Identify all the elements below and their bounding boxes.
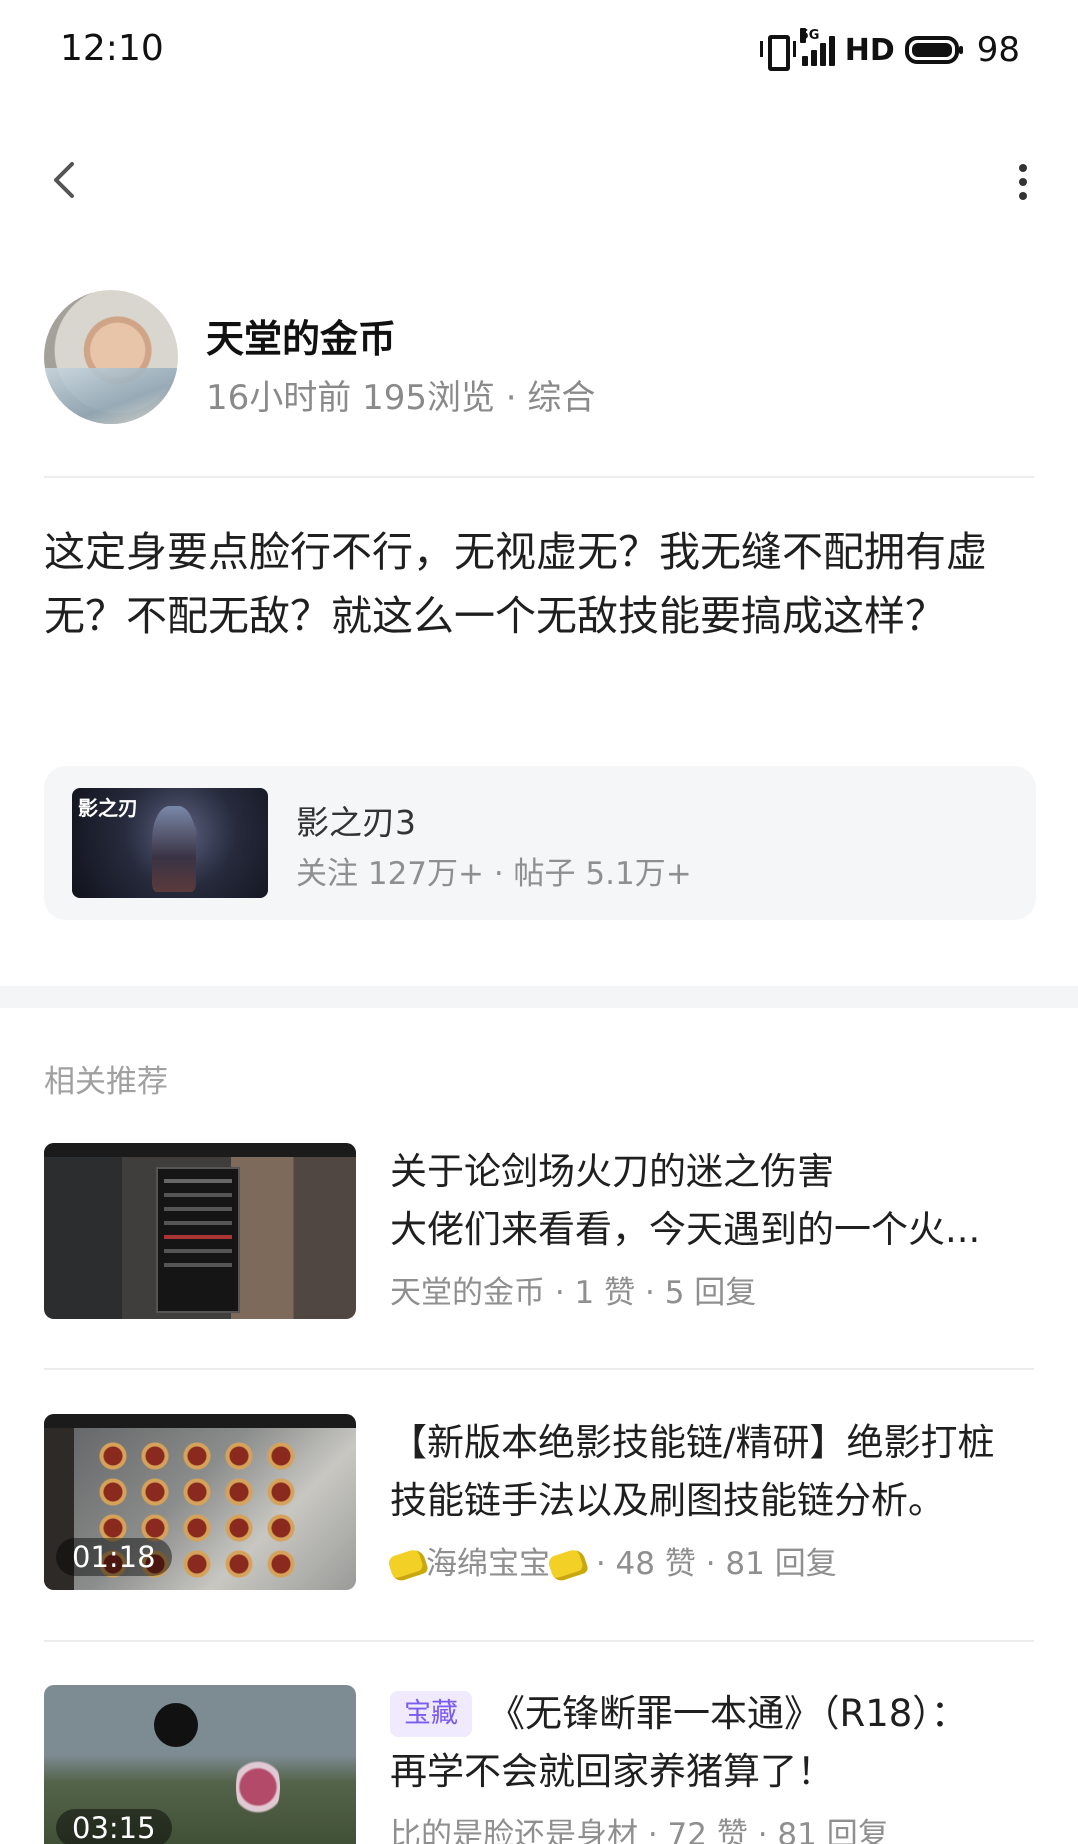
list-item[interactable]: 关于论剑场火刀的迷之伤害 大佬们来看看，今天遇到的一个火... 天堂的金币 · … bbox=[44, 1143, 1034, 1319]
avatar[interactable] bbox=[44, 290, 178, 424]
post-stats: 海绵宝宝 · 48 赞 · 81 回复 bbox=[386, 1538, 837, 1583]
post-author: 海绵宝宝 bbox=[426, 1546, 550, 1582]
forum-logo: 影之刃 bbox=[78, 796, 138, 820]
post-meta: 16小时前 195浏览 · 综合 bbox=[206, 378, 596, 418]
post-stats: 比的是脸还是身材 · 72 赞 · 81 回复 bbox=[390, 1817, 889, 1844]
post-title: 关于论剑场火刀的迷之伤害 大佬们来看看，今天遇到的一个火... bbox=[390, 1150, 981, 1251]
list-item[interactable]: 01:18 【新版本绝影技能链/精研】绝影打桩 技能链手法以及刷图技能链分析。 … bbox=[44, 1414, 1034, 1590]
forum-name: 影之刃3 bbox=[296, 803, 416, 842]
post-stats: 天堂的金币 · 1 赞 · 5 回复 bbox=[390, 1275, 757, 1311]
sponge-icon bbox=[546, 1547, 590, 1583]
top-nav bbox=[0, 140, 1078, 220]
section-title: 相关推荐 bbox=[44, 1064, 168, 1100]
video-duration: 03:15 bbox=[56, 1809, 172, 1844]
status-bar: 12:10 5G HD 98 bbox=[0, 0, 1078, 104]
author-name[interactable]: 天堂的金币 bbox=[206, 308, 396, 363]
forum-thumbnail: 影之刃 bbox=[72, 788, 268, 898]
list-item[interactable]: 03:15 宝藏 《无锋断罪一本通》（R18）： 再学不会就回家养猪算了！ 比的是… bbox=[44, 1685, 1034, 1844]
post-counts: · 48 赞 · 81 回复 bbox=[586, 1546, 837, 1582]
network-type: 5G bbox=[799, 28, 820, 43]
author-header: 天堂的金币 16小时前 195浏览 · 综合 bbox=[44, 290, 1034, 424]
section-separator bbox=[0, 986, 1078, 1008]
video-thumbnail: 03:15 bbox=[44, 1685, 356, 1844]
post-body: 这定身要点脸行不行，无视虚无？我无缝不配拥有虚无？不配无敌？就这么一个无敌技能要… bbox=[44, 528, 987, 640]
divider bbox=[44, 1640, 1034, 1642]
status-icons: 5G HD 98 bbox=[759, 28, 1020, 71]
forum-stats: 关注 127万+ · 帖子 5.1万+ bbox=[296, 856, 692, 892]
divider bbox=[44, 1368, 1034, 1370]
video-duration: 01:18 bbox=[56, 1538, 172, 1576]
battery-level: 98 bbox=[976, 30, 1020, 70]
post-title: 【新版本绝影技能链/精研】绝影打桩 技能链手法以及刷图技能链分析。 bbox=[390, 1421, 995, 1522]
chevron-left-icon[interactable] bbox=[48, 160, 88, 200]
treasure-tag: 宝藏 bbox=[390, 1691, 472, 1737]
post-title: 宝藏 《无锋断罪一本通》（R18）： 再学不会就回家养猪算了！ bbox=[390, 1691, 968, 1793]
forum-card[interactable]: 影之刃 影之刃3 关注 127万+ · 帖子 5.1万+ bbox=[44, 766, 1036, 920]
status-time: 12:10 bbox=[60, 28, 164, 69]
more-vertical-icon[interactable] bbox=[1016, 164, 1030, 200]
hd-label: HD bbox=[844, 32, 895, 68]
divider bbox=[44, 476, 1034, 478]
vibrate-icon bbox=[759, 33, 796, 71]
battery-icon bbox=[904, 36, 963, 64]
video-thumbnail: 01:18 bbox=[44, 1414, 356, 1590]
post-thumbnail bbox=[44, 1143, 356, 1319]
sponge-icon bbox=[386, 1547, 430, 1583]
signal-icon: 5G bbox=[799, 28, 835, 66]
